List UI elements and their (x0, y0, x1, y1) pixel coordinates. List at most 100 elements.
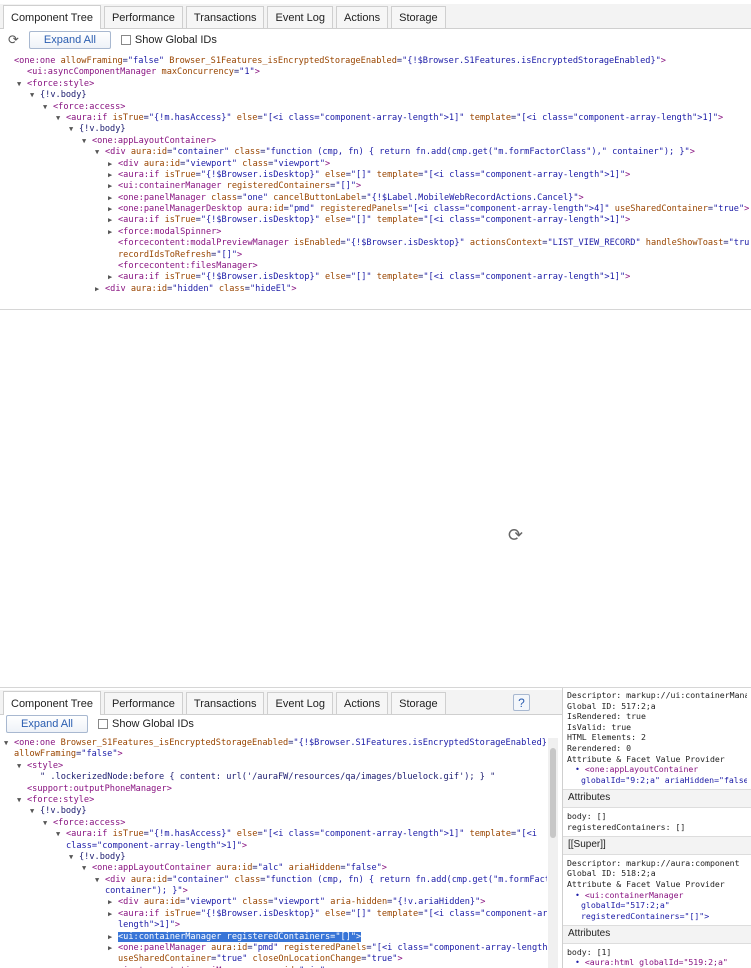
tree-node[interactable]: ▶ <one:panelManager class="one" cancelBut… (4, 193, 749, 204)
provider-link[interactable]: <one:appLayoutContainer (585, 764, 698, 774)
provider-line[interactable]: • <ui:containerManager (567, 890, 747, 901)
node-text[interactable]: " .lockerizedNode:before { content: url(… (40, 772, 495, 782)
tree-node[interactable]: <forcecontent:filesManager> (4, 261, 749, 272)
node-text[interactable]: class="component-array-length">1]"> (66, 841, 247, 851)
tree-node[interactable]: ▼ {!v.body} (4, 124, 749, 135)
node-text[interactable]: <style> (27, 761, 63, 771)
node-text[interactable]: <aura:if isTrue="{!$Browser.isDesktop}" … (118, 272, 630, 282)
node-text[interactable]: useSharedContainer="true" closeOnLocatio… (118, 954, 403, 964)
tree-node[interactable]: ▶ <ui:containerManager registeredContaine… (4, 181, 749, 192)
tree-node[interactable]: ▼ <style> (4, 761, 547, 772)
tree-node[interactable]: ▶ <one:panelManagerDesktop aura:id="pmd" … (4, 204, 749, 215)
expanded-triangle-icon[interactable]: ▼ (4, 738, 14, 749)
node-text[interactable]: <force:access> (53, 102, 125, 112)
refresh-icon[interactable]: ⟳ (8, 33, 19, 48)
expanded-triangle-icon[interactable]: ▼ (69, 124, 79, 135)
tree-node[interactable]: recordIdsToRefresh="[]"> (4, 250, 749, 261)
selected-node-text[interactable]: <ui:containerManager registeredContainer… (118, 931, 362, 942)
node-text[interactable]: <force:style> (27, 795, 94, 805)
node-text[interactable]: <div aura:id="viewport" class="viewport"… (118, 897, 485, 907)
tree-node[interactable]: <ui:asyncComponentManager maxConcurrency… (4, 67, 749, 78)
node-text[interactable]: <one:panelManager class="one" cancelButt… (118, 193, 584, 203)
tab-actions[interactable]: Actions (336, 692, 389, 714)
tree-node[interactable]: <forcecontent:modalPreviewManager isEnab… (4, 238, 749, 249)
tree-node[interactable]: ▼ <div aura:id="container" class="functio… (4, 147, 749, 158)
expanded-triangle-icon[interactable]: ▼ (43, 102, 53, 113)
node-text[interactable]: <div aura:id="container" class="function… (105, 147, 695, 157)
node-text[interactable]: {!v.body} (40, 90, 87, 100)
collapsed-triangle-icon[interactable]: ▶ (108, 159, 118, 170)
node-text[interactable]: <forcecontent:modalPreviewManager isEnab… (118, 238, 749, 248)
tree-node[interactable]: ▼ <force:access> (4, 102, 749, 113)
node-text[interactable]: <force:modalSpinner> (118, 227, 221, 237)
tree-node[interactable]: ▶ <one:panelManager aura:id="pmd" registe… (4, 943, 547, 954)
tab-storage[interactable]: Storage (391, 692, 446, 714)
node-text[interactable]: {!v.body} (40, 806, 87, 816)
expanded-triangle-icon[interactable]: ▼ (95, 147, 105, 158)
provider-link[interactable]: <ui:containerManager (585, 890, 684, 900)
expand-all-button[interactable]: Expand All (6, 715, 88, 733)
expand-all-button[interactable]: Expand All (28, 31, 111, 49)
tree-node[interactable]: ▶ <force:modalSpinner> (4, 227, 749, 238)
checkbox-box[interactable] (120, 35, 131, 45)
expanded-triangle-icon[interactable]: ▼ (17, 79, 27, 90)
tree-node[interactable]: ▼ <force:access> (4, 818, 547, 829)
collapsed-triangle-icon[interactable]: ▶ (108, 170, 118, 181)
tree-node[interactable]: " .lockerizedNode:before { content: url(… (4, 772, 547, 783)
tree-node[interactable]: ▼ <aura:if isTrue="{!m.hasAccess}" else="… (4, 829, 547, 840)
expanded-triangle-icon[interactable]: ▼ (95, 875, 105, 886)
provider-link[interactable]: <aura:html globalId="519:2;a" (585, 957, 728, 967)
show-global-ids-checkbox[interactable]: Show Global IDs (120, 34, 217, 46)
tree-node[interactable]: ▶ <aura:if isTrue="{!$Browser.isDesktop}"… (4, 170, 749, 181)
tab-performance[interactable]: Performance (103, 692, 183, 714)
tree-node[interactable]: ▶ <div aura:id="viewport" class="viewport… (4, 897, 547, 908)
tree-node[interactable]: container"); }"> (4, 886, 547, 897)
node-text[interactable]: recordIdsToRefresh="[]"> (118, 250, 242, 260)
node-text[interactable]: <one:panelManagerDesktop aura:id="pmd" r… (118, 204, 749, 214)
node-text[interactable]: <aura:if isTrue="{!$Browser.isDesktop}" … (118, 215, 630, 225)
tab-event-log[interactable]: Event Log (267, 6, 334, 28)
tree-node[interactable]: <one:one allowFraming="false" Browser_S1… (4, 56, 749, 67)
collapsed-triangle-icon[interactable]: ▶ (108, 909, 118, 920)
tab-performance[interactable]: Performance (103, 6, 183, 28)
node-text[interactable]: <one:appLayoutContainer> (92, 136, 216, 146)
node-text[interactable]: {!v.body} (79, 124, 126, 134)
tab-component-tree[interactable]: Component Tree (3, 5, 101, 29)
tree-node[interactable]: ▶ <aura:if isTrue="{!$Browser.isDesktop}"… (4, 215, 749, 226)
tree-node[interactable]: ▶ <aura:if isTrue="{!$Browser.isDesktop}"… (4, 909, 547, 920)
collapsed-triangle-icon[interactable]: ▶ (108, 193, 118, 204)
tab-component-tree[interactable]: Component Tree (3, 691, 101, 715)
scrollbar-thumb[interactable] (550, 748, 556, 838)
tree-node[interactable]: class="component-array-length">1]"> (4, 841, 547, 852)
provider-line[interactable]: • <aura:html globalId="519:2;a" (567, 957, 747, 968)
node-text[interactable]: allowFraming="false"> (14, 749, 123, 759)
tree-node[interactable]: ▼ {!v.body} (4, 90, 749, 101)
node-text[interactable]: <div aura:id="hidden" class="hideEl"> (105, 284, 297, 294)
node-text[interactable]: {!v.body} (79, 852, 126, 862)
node-text[interactable]: <one:appLayoutContainer aura:id="alc" ar… (92, 863, 387, 873)
node-text[interactable]: <aura:if isTrue="{!m.hasAccess}" else="[… (66, 829, 537, 839)
node-text[interactable]: <div aura:id="viewport" class="viewport"… (118, 159, 330, 169)
tree-node[interactable]: <support:outputPhoneManager> (4, 784, 547, 795)
node-text[interactable]: container"); }"> (105, 886, 188, 896)
node-text[interactable]: <aura:if isTrue="{!m.hasAccess}" else="[… (66, 113, 723, 123)
tab-actions[interactable]: Actions (336, 6, 389, 28)
expanded-triangle-icon[interactable]: ▼ (56, 113, 66, 124)
node-text[interactable]: <forcecontent:filesManager> (118, 261, 258, 271)
tab-event-log[interactable]: Event Log (267, 692, 334, 714)
node-text[interactable]: <one:one allowFraming="false" Browser_S1… (14, 56, 666, 66)
tree-node[interactable]: ▶ <div aura:id="viewport" class="viewport… (4, 159, 749, 170)
collapsed-triangle-icon[interactable]: ▶ (108, 943, 118, 954)
show-global-ids-checkbox[interactable]: Show Global IDs (97, 718, 194, 730)
provider-line[interactable]: • <one:appLayoutContainer (567, 764, 747, 775)
node-text[interactable]: <force:access> (53, 818, 125, 828)
collapsed-triangle-icon[interactable]: ▶ (108, 897, 118, 908)
node-text[interactable]: <ui:asyncComponentManager maxConcurrency… (27, 67, 260, 77)
tab-transactions[interactable]: Transactions (185, 692, 265, 714)
collapsed-triangle-icon[interactable]: ▶ (108, 932, 118, 943)
node-text[interactable]: <aura:if isTrue="{!$Browser.isDesktop}" … (118, 909, 547, 919)
expanded-triangle-icon[interactable]: ▼ (82, 863, 92, 874)
tree-scrollbar[interactable] (548, 738, 558, 968)
tree-node[interactable]: ▶ <aura:if isTrue="{!$Browser.isDesktop}"… (4, 272, 749, 283)
tree-node[interactable]: length">1]"> (4, 920, 547, 931)
